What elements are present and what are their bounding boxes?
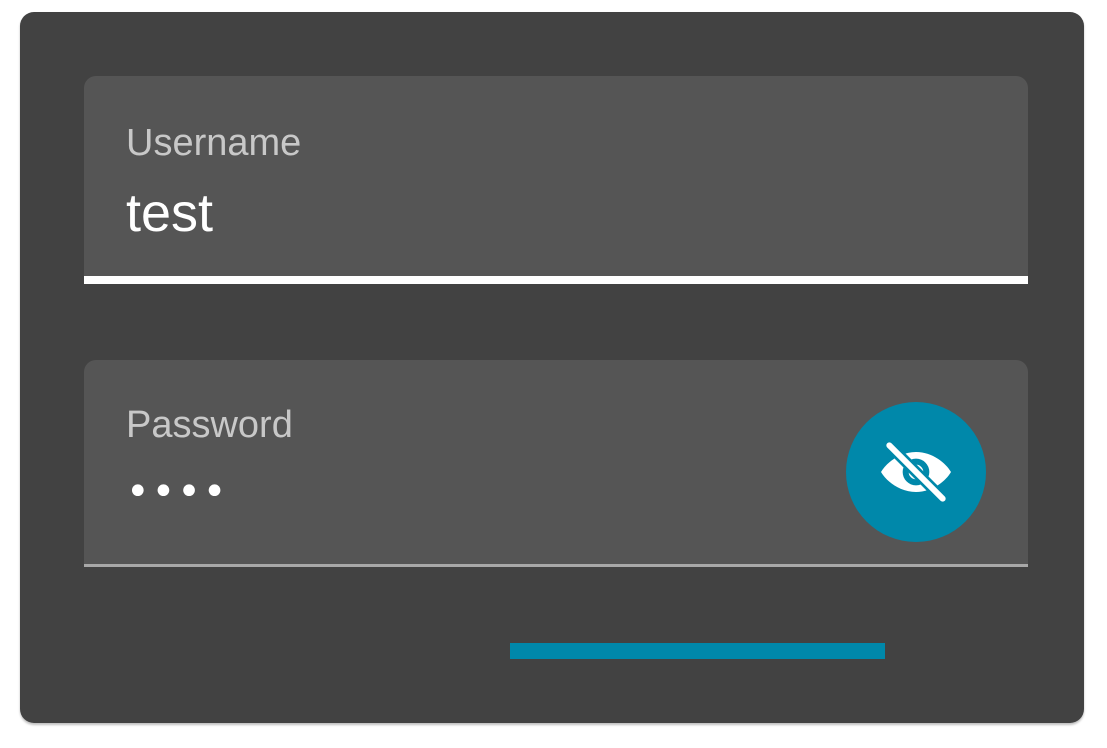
username-label: Username bbox=[126, 122, 302, 164]
eye-off-icon bbox=[881, 439, 951, 505]
username-input[interactable]: test bbox=[126, 186, 213, 240]
password-input[interactable]: •••• bbox=[126, 472, 228, 512]
password-label: Password bbox=[126, 404, 293, 446]
login-card: Username test Password •••• bbox=[20, 12, 1084, 723]
submit-button-bar[interactable] bbox=[510, 643, 885, 659]
password-field[interactable]: Password •••• bbox=[84, 360, 1028, 567]
username-underline bbox=[84, 276, 1028, 284]
username-field[interactable]: Username test bbox=[84, 76, 1028, 284]
password-underline bbox=[84, 564, 1028, 567]
toggle-password-visibility-button[interactable] bbox=[846, 402, 986, 542]
